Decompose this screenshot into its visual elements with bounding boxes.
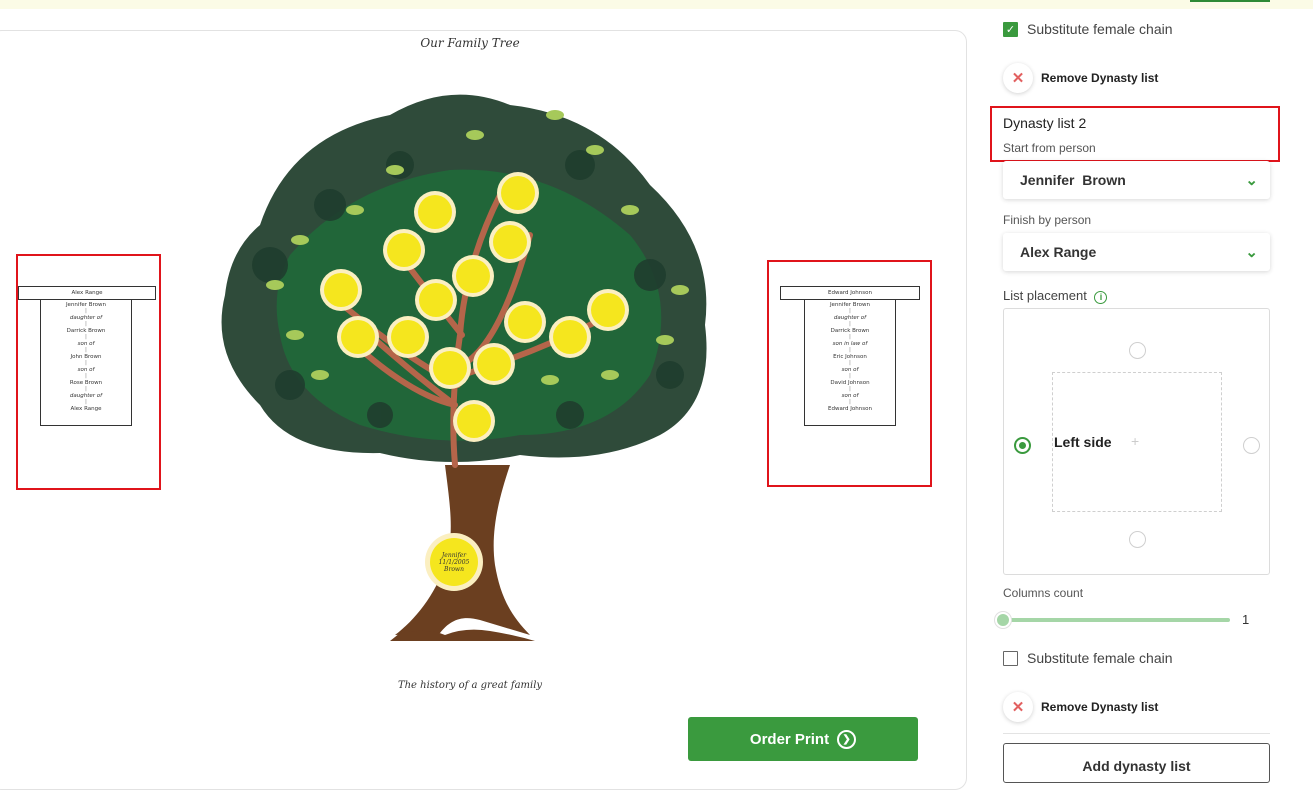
slider-handle[interactable] — [995, 612, 1011, 628]
start-from-value: Jennifer Brown — [1020, 172, 1126, 188]
remove-dynasty-list-button-2[interactable]: ✕ Remove Dynasty list — [1003, 692, 1158, 722]
list-item: daughter of | — [69, 315, 103, 327]
columns-count-label: Columns count — [1003, 586, 1084, 600]
list-item: David Johnson | — [830, 380, 870, 392]
checkbox-label: Substitute female chain — [1027, 650, 1173, 666]
divider — [1003, 733, 1270, 734]
left-dynasty-header: Alex Range — [18, 286, 156, 300]
list-item: Rose Brown | — [69, 380, 103, 392]
root-line-3: Brown — [443, 566, 464, 573]
top-banner-strip — [0, 0, 1313, 9]
root-line-2: 11/1/2005 — [439, 559, 470, 566]
order-print-button[interactable]: Order Print ❯ — [688, 717, 918, 761]
placement-selected-label: Left side — [1054, 434, 1112, 450]
dynasty-list-title: Dynasty list 2 — [1003, 115, 1087, 131]
list-item: Jennifer Brown | — [65, 302, 107, 314]
list-item: Darrick Brown | — [830, 328, 870, 340]
finish-by-label: Finish by person — [1003, 213, 1092, 227]
list-item: son of | — [841, 393, 859, 405]
checkbox-unchecked-icon — [1003, 650, 1018, 666]
root-person-node: Jennifer 11/1/2005 Brown — [425, 533, 483, 591]
family-tree-graphic: Jennifer 11/1/2005 Brown — [221, 94, 707, 641]
add-dynasty-list-button[interactable]: Add dynasty list — [1003, 743, 1270, 783]
list-item: son of | — [77, 367, 95, 379]
list-item: daughter of | — [69, 393, 103, 405]
placement-bottom-radio[interactable] — [1129, 531, 1146, 548]
left-dynasty-list[interactable]: Alex Range Jennifer Brown | daughter of | … — [18, 286, 156, 428]
placement-right-radio[interactable] — [1243, 437, 1260, 454]
info-icon[interactable]: i — [1094, 291, 1108, 304]
placement-left-radio[interactable] — [1014, 437, 1031, 454]
remove-dynasty-list-button-1[interactable]: ✕ Remove Dynasty list — [1003, 63, 1158, 93]
checkbox-checked-icon: ✓ — [1003, 21, 1018, 37]
list-item: son in law of | — [832, 341, 868, 353]
list-item: Alex Range — [70, 406, 102, 412]
list-item: Jennifer Brown | — [829, 302, 871, 314]
root-line-1: Jennifer — [440, 552, 467, 559]
start-from-label: Start from person — [1003, 141, 1096, 155]
list-item: son of | — [841, 367, 859, 379]
finish-by-select[interactable]: Alex Range ⌄ — [1003, 233, 1270, 271]
placement-center-plus-icon: + — [1131, 433, 1140, 449]
chevron-down-icon: ⌄ — [1245, 244, 1258, 261]
close-icon: ✕ — [1003, 63, 1033, 93]
list-item: son of | — [77, 341, 95, 353]
close-icon: ✕ — [1003, 692, 1033, 722]
substitute-female-chain-checkbox-2[interactable]: Substitute female chain — [1003, 650, 1173, 666]
remove-label: Remove Dynasty list — [1041, 700, 1159, 714]
top-banner-button-edge[interactable] — [1190, 0, 1270, 2]
start-from-select[interactable]: Jennifer Brown ⌄ — [1003, 161, 1270, 199]
checkbox-label: Substitute female chain — [1027, 21, 1173, 37]
columns-count-slider[interactable] — [1003, 618, 1230, 622]
columns-count-value: 1 — [1242, 612, 1250, 627]
list-item: John Brown | — [70, 354, 102, 366]
chevron-down-icon: ⌄ — [1245, 172, 1258, 189]
list-placement-label: List placement i — [1003, 288, 1108, 304]
right-dynasty-list[interactable]: Edward Johnson Jennifer Brown | daughter … — [780, 286, 920, 428]
right-dynasty-header: Edward Johnson — [780, 286, 920, 300]
left-dynasty-body: Jennifer Brown | daughter of | Darrick Bro… — [40, 299, 132, 426]
list-item: Darrick Brown | — [66, 328, 106, 340]
order-print-label: Order Print — [749, 730, 830, 748]
tree-title: Our Family Tree — [420, 36, 520, 50]
placement-top-radio[interactable] — [1129, 342, 1146, 359]
list-item: Eric Johnson | — [833, 354, 867, 366]
tree-subtitle: The history of a great family — [397, 680, 543, 691]
finish-by-value: Alex Range — [1020, 244, 1097, 260]
right-dynasty-body: Jennifer Brown | daughter of | Darrick Bro… — [804, 299, 896, 426]
list-item: Edward Johnson — [828, 406, 872, 412]
list-item: daughter of | — [833, 315, 867, 327]
substitute-female-chain-checkbox-1[interactable]: ✓ Substitute female chain — [1003, 21, 1173, 37]
remove-label: Remove Dynasty list — [1041, 71, 1159, 85]
arrow-right-icon: ❯ — [837, 729, 857, 749]
